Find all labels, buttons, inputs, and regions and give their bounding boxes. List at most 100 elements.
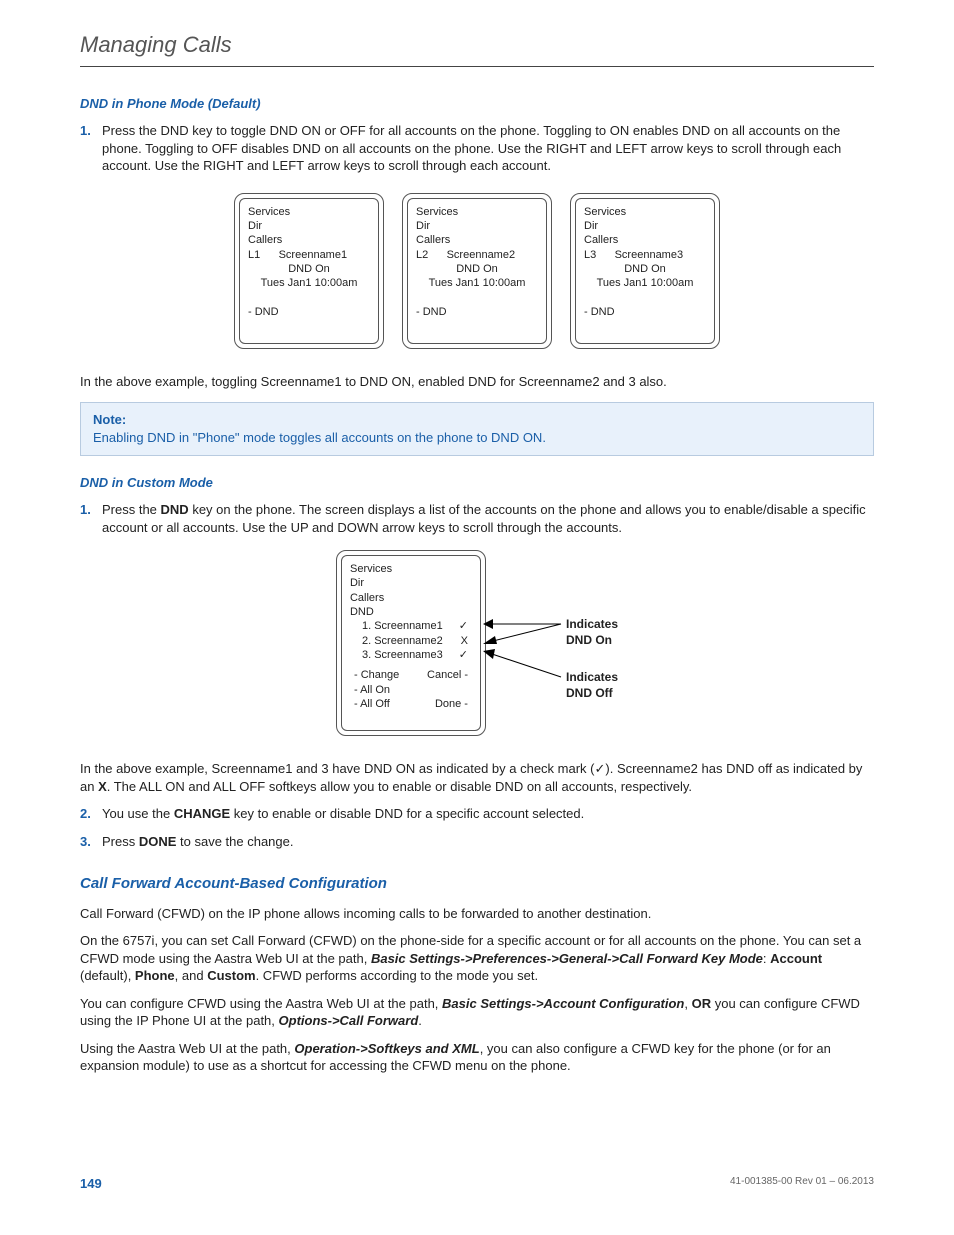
timestamp: Tues Jan1 10:00am — [416, 276, 538, 290]
mode-name: Account — [770, 951, 822, 966]
screenname: Screenname1 — [279, 249, 348, 261]
softkey-alloff: - All Off — [354, 697, 390, 711]
subhead-dnd-custom-mode: DND in Custom Mode — [80, 474, 874, 492]
screen-line-account: L3 Screenname3 — [584, 248, 706, 262]
account-row: 3. Screenname3 ✓ — [350, 648, 472, 662]
account-row: 1. Screenname1 ✓ — [350, 619, 472, 633]
callout-text: DND On — [566, 632, 618, 648]
step-text: Press the DND key to toggle DND ON or OF… — [102, 123, 841, 173]
screen-text: Services — [248, 205, 370, 219]
text: In the above example, Screenname1 and 3 … — [80, 761, 595, 776]
dnd-status: DND On — [584, 262, 706, 276]
text: . The ALL ON and ALL OFF softkeys allow … — [107, 779, 692, 794]
text: Press the — [102, 502, 161, 517]
body-text: In the above example, Screenname1 and 3 … — [80, 760, 874, 795]
body-text: On the 6757i, you can set Call Forward (… — [80, 932, 874, 985]
callout-text: Indicates — [566, 616, 618, 632]
mode-name: Custom — [207, 968, 255, 983]
step-text: Press the DND key on the phone. The scre… — [102, 502, 866, 535]
screen-text: Dir — [350, 576, 472, 590]
note-box: Note: Enabling DND in "Phone" mode toggl… — [80, 402, 874, 455]
arrow-icon — [483, 614, 563, 644]
dnd-status: DND On — [248, 262, 370, 276]
page-title: Managing Calls — [80, 30, 874, 67]
phone-screen: Services Dir Callers L1 Screenname1 DND … — [234, 193, 384, 349]
softkey: - DND — [584, 305, 706, 319]
mode-name: Phone — [135, 968, 175, 983]
phone-screen: Services Dir Callers L3 Screenname3 DND … — [570, 193, 720, 349]
body-text: In the above example, toggling Screennam… — [80, 373, 874, 391]
step-number: 2. — [80, 805, 91, 823]
step-number: 3. — [80, 833, 91, 851]
text: , — [684, 996, 691, 1011]
text: . — [418, 1013, 422, 1028]
text: key on the phone. The screen displays a … — [102, 502, 866, 535]
revision-text: 41-001385-00 Rev 01 – 06.2013 — [730, 1175, 874, 1193]
softkey-row: - All On — [350, 683, 472, 697]
ui-path: Basic Settings->Account Configuration — [442, 996, 684, 1011]
ui-path: Operation->Softkeys and XML — [294, 1041, 479, 1056]
check-icon: ✓ — [459, 648, 468, 662]
screenname: Screenname3 — [615, 249, 684, 261]
line-id: L3 — [584, 249, 596, 261]
body-text: You can configure CFWD using the Aastra … — [80, 995, 874, 1030]
phone-mode-screens: Services Dir Callers L1 Screenname1 DND … — [80, 193, 874, 349]
x-icon: X — [461, 634, 468, 648]
text: Using the Aastra Web UI at the path, — [80, 1041, 294, 1056]
softkey-cancel: Cancel - — [427, 668, 468, 682]
callout-text: DND Off — [566, 685, 618, 701]
account-label: 2. Screenname2 — [354, 634, 443, 648]
softkey-row: - All Off Done - — [350, 697, 472, 711]
softkey: - DND — [416, 305, 538, 319]
text: OR — [692, 996, 712, 1011]
screen-text: Callers — [248, 233, 370, 247]
page-number: 149 — [80, 1175, 102, 1193]
section-head-cfwd: Call Forward Account-Based Configuration — [80, 874, 874, 894]
key-name: DND — [161, 502, 189, 517]
text: (default), — [80, 968, 135, 983]
softkey: - DND — [248, 305, 370, 319]
step-number: 1. — [80, 501, 91, 519]
text: Press — [102, 834, 139, 849]
text: to save the change. — [176, 834, 293, 849]
callout-dnd-on: Indicates DND On — [566, 616, 618, 648]
line-id: L2 — [416, 249, 428, 261]
screen-text: Callers — [350, 591, 472, 605]
arrow-icon — [483, 649, 563, 679]
text: , and — [175, 968, 208, 983]
timestamp: Tues Jan1 10:00am — [248, 276, 370, 290]
key-name: DONE — [139, 834, 177, 849]
screen-text: Dir — [584, 219, 706, 233]
line-id: L1 — [248, 249, 260, 261]
phone-screen: Services Dir Callers L2 Screenname2 DND … — [402, 193, 552, 349]
phone-screen-custom: Services Dir Callers DND 1. Screenname1 … — [336, 550, 486, 736]
callouts: Indicates DND On Indicates DND Off — [566, 550, 618, 721]
step-1-custom-mode: 1. Press the DND key on the phone. The s… — [80, 501, 874, 536]
check-icon: ✓ — [595, 761, 606, 776]
note-body: Enabling DND in "Phone" mode toggles all… — [93, 429, 861, 447]
softkey-row: - Change Cancel - — [350, 668, 472, 682]
softkey-done: Done - — [435, 697, 468, 711]
text: You use the — [102, 806, 174, 821]
screen-line-account: L2 Screenname2 — [416, 248, 538, 262]
screen-text: Callers — [584, 233, 706, 247]
callout-dnd-off: Indicates DND Off — [566, 669, 618, 701]
screen-text: Dir — [248, 219, 370, 233]
text: You can configure CFWD using the Aastra … — [80, 996, 442, 1011]
timestamp: Tues Jan1 10:00am — [584, 276, 706, 290]
softkey-allon: - All On — [354, 683, 390, 697]
subhead-dnd-phone-mode: DND in Phone Mode (Default) — [80, 95, 874, 113]
screen-text: DND — [350, 605, 472, 619]
screen-text: Callers — [416, 233, 538, 247]
callout-text: Indicates — [566, 669, 618, 685]
page-footer: 149 41-001385-00 Rev 01 – 06.2013 — [80, 1175, 874, 1193]
note-label: Note: — [93, 411, 861, 429]
step-1-phone-mode: 1. Press the DND key to toggle DND ON or… — [80, 122, 874, 175]
screen-text: Services — [584, 205, 706, 219]
body-text: Call Forward (CFWD) on the IP phone allo… — [80, 905, 874, 923]
screen-text: Dir — [416, 219, 538, 233]
ui-path: Options->Call Forward — [279, 1013, 419, 1028]
screen-text: Services — [416, 205, 538, 219]
account-row: 2. Screenname2 X — [350, 634, 472, 648]
step-text: Press DONE to save the change. — [102, 834, 294, 849]
